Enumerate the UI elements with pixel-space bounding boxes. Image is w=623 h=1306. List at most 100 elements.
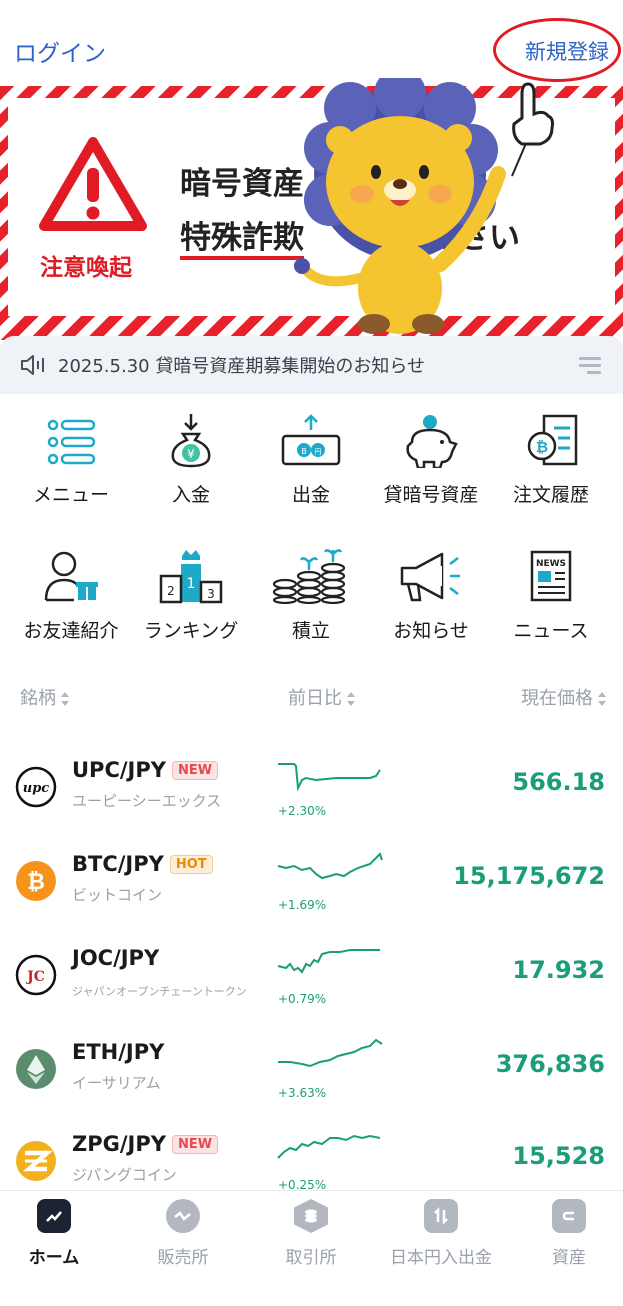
nav-sales[interactable]: 販売所 xyxy=(121,1199,245,1268)
lion-mascot-icon xyxy=(294,78,506,334)
nav-home[interactable]: ホーム xyxy=(0,1199,116,1268)
svg-text:NEWS: NEWS xyxy=(536,559,566,569)
coin-price: 566.18 xyxy=(512,768,605,796)
svg-text:¥: ¥ xyxy=(187,447,195,461)
new-badge: NEW xyxy=(171,761,219,780)
deposit-bag-icon: ¥ xyxy=(171,414,211,468)
coin-name: ビットコイン xyxy=(72,886,163,904)
nav-label: 販売所 xyxy=(157,1248,209,1268)
ethereum-icon xyxy=(16,1049,56,1089)
svg-text:円: 円 xyxy=(315,448,322,456)
coin-row-btc[interactable]: ₿ BTC/JPY HOT ビットコイン +1.69% 15,175,672 xyxy=(0,846,623,940)
coin-name: ジャパンオープンチェーントークン xyxy=(72,985,247,998)
coin-price: 17.932 xyxy=(512,956,605,984)
svg-text:1: 1 xyxy=(187,576,196,592)
svg-text:upc: upc xyxy=(23,781,50,796)
grid-item-accumulate[interactable]: 積立 xyxy=(251,546,371,643)
coin-price: 376,836 xyxy=(495,1050,605,1078)
sort-icon xyxy=(598,692,606,706)
grid-item-deposit[interactable]: ¥ 入金 xyxy=(131,410,251,507)
new-badge: NEW xyxy=(171,1135,219,1154)
grid-item-order-history[interactable]: ₿ 注文履歴 xyxy=(491,410,611,507)
coin-row-joc[interactable]: JC JOC/JPY ジャパンオープンチェーントークン +0.79% 17.93… xyxy=(0,940,623,1034)
piggy-bank-icon xyxy=(406,415,458,468)
hot-badge: HOT xyxy=(169,855,213,874)
grid-label: 貸暗号資産 xyxy=(383,484,479,506)
sparkline-chart xyxy=(277,1134,381,1159)
coin-price: 15,175,672 xyxy=(453,862,605,890)
grid-label: メニュー xyxy=(32,484,109,506)
sparkline-chart xyxy=(278,763,381,792)
col-header-price[interactable]: 現在価格 xyxy=(521,684,607,710)
svg-text:B: B xyxy=(301,447,307,456)
col-header-name[interactable]: 銘柄 xyxy=(20,684,70,710)
joc-coin-icon: JC xyxy=(15,954,57,996)
grid-label: お友達紹介 xyxy=(23,620,119,642)
nav-label: 日本円入出金 xyxy=(390,1248,492,1268)
grid-item-withdraw[interactable]: B 円 出金 xyxy=(251,410,371,507)
coin-pair: BTC/JPY HOT xyxy=(72,852,213,876)
menu-list-icon xyxy=(47,419,96,465)
speaker-icon xyxy=(21,355,44,375)
sparkline-chart xyxy=(278,1038,383,1068)
grid-item-invite[interactable]: お友達紹介 xyxy=(11,546,131,643)
coin-hex-icon xyxy=(294,1199,328,1233)
nav-label: ホーム xyxy=(28,1248,80,1268)
bitcoin-icon: ₿ xyxy=(16,861,56,901)
coin-stack-icon xyxy=(272,549,346,604)
banner-headline-1: 暗号資産 xyxy=(180,166,304,202)
upc-coin-icon: upc xyxy=(15,766,57,808)
notice-text: 2025.5.30 貸暗号資産期募集開始のお知らせ xyxy=(58,356,425,377)
sort-icon xyxy=(347,692,355,706)
pointing-hand-icon xyxy=(511,82,554,177)
megaphone-icon xyxy=(400,552,460,602)
grid-item-lending[interactable]: 貸暗号資産 xyxy=(371,410,491,507)
banner-highlight-text: 特殊詐欺 xyxy=(180,220,304,260)
coin-name: ユーピーシーエックス xyxy=(72,792,222,810)
grid-label: 注文履歴 xyxy=(512,484,589,506)
signup-highlight-ring xyxy=(493,18,621,82)
zipang-coin-icon xyxy=(16,1141,56,1181)
nav-yen-transfer[interactable]: 日本円入出金 xyxy=(379,1199,503,1268)
warning-label: 注意喚起 xyxy=(40,255,132,281)
nav-exchange[interactable]: 取引所 xyxy=(249,1199,373,1268)
grid-label: お知らせ xyxy=(393,620,469,642)
nav-assets[interactable]: 資産 xyxy=(507,1199,623,1268)
svg-text:2: 2 xyxy=(167,584,175,598)
svg-text:₿: ₿ xyxy=(27,870,45,895)
nav-label: 取引所 xyxy=(285,1248,337,1268)
price-change: +2.30% xyxy=(278,804,327,818)
order-history-icon: ₿ xyxy=(527,414,578,466)
coin-pair: JOC/JPY xyxy=(72,946,160,970)
price-change: +0.79% xyxy=(278,992,327,1006)
coin-price: 15,528 xyxy=(512,1142,605,1170)
login-link[interactable]: ログイン xyxy=(14,34,106,68)
grid-item-news[interactable]: NEWS ニュース xyxy=(491,546,611,643)
grid-label: 入金 xyxy=(171,484,210,506)
grid-item-ranking[interactable]: 1 2 3 ランキング xyxy=(131,546,251,643)
exchange-wave-icon xyxy=(166,1199,200,1233)
transfer-arrows-icon xyxy=(424,1199,458,1233)
grid-item-menu[interactable]: メニュー xyxy=(11,410,131,507)
coin-pair: ZPG/JPY NEW xyxy=(72,1132,219,1156)
price-change: +3.63% xyxy=(278,1086,327,1100)
grid-label: 積立 xyxy=(291,620,330,642)
sparkline-chart xyxy=(277,852,383,880)
bottom-nav: ホーム 販売所 取引所 日本円入出金 資産 xyxy=(0,1190,623,1306)
price-change: +1.69% xyxy=(278,898,327,912)
coin-row-eth[interactable]: ETH/JPY イーサリアム +3.63% 376,836 xyxy=(0,1034,623,1128)
ranking-podium-icon: 1 2 3 xyxy=(159,550,223,604)
coin-name: ジパングコイン xyxy=(72,1166,177,1184)
warning-triangle-icon xyxy=(39,137,147,231)
home-chart-icon xyxy=(37,1199,71,1233)
newspaper-icon: NEWS xyxy=(530,550,572,602)
grid-item-news-notice[interactable]: お知らせ xyxy=(371,546,491,643)
coin-name: イーサリアム xyxy=(72,1074,161,1092)
list-menu-icon[interactable] xyxy=(579,356,601,374)
sparkline-chart xyxy=(277,949,380,974)
withdraw-bill-icon: B 円 xyxy=(281,414,341,466)
notice-bar[interactable]: 2025.5.30 貸暗号資産期募集開始のお知らせ xyxy=(0,336,623,394)
coin-row-upc[interactable]: upc UPC/JPY NEW ユーピーシーエックス +2.30% 566.18 xyxy=(0,752,623,846)
svg-text:₿: ₿ xyxy=(536,438,548,456)
col-header-change[interactable]: 前日比 xyxy=(288,684,356,710)
